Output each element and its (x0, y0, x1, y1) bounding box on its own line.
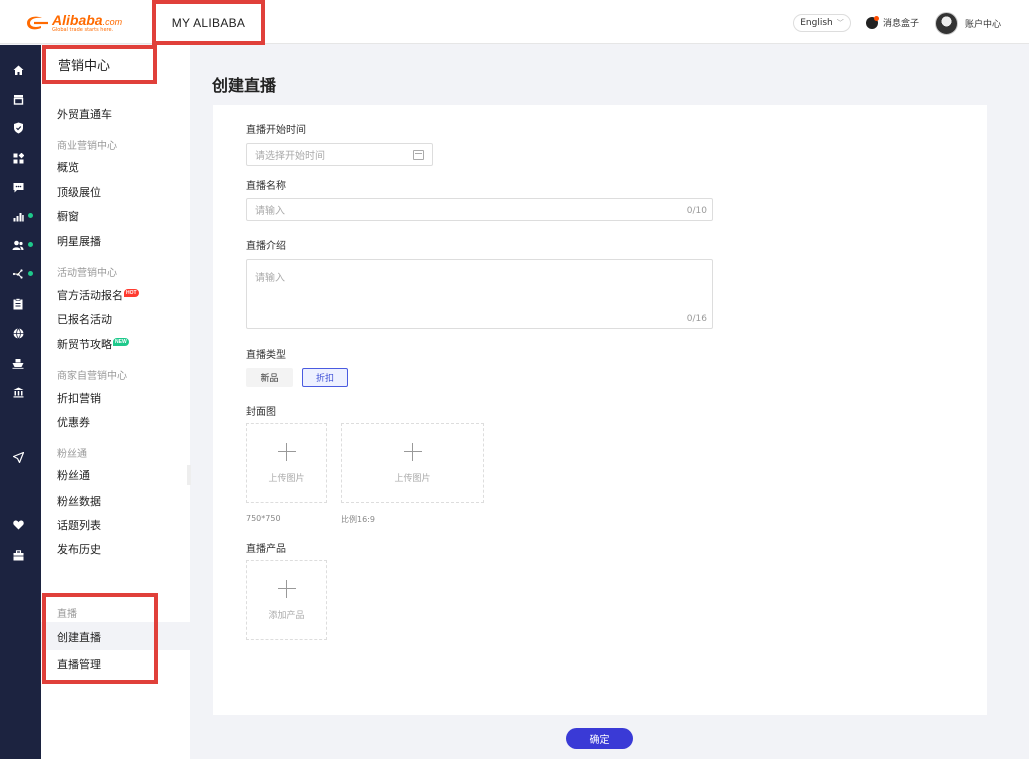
hot-badge: HOT (124, 289, 139, 297)
language-select[interactable]: English ﹀ (793, 14, 851, 32)
sidebar-item-ads[interactable]: 外贸直通车 (57, 106, 112, 122)
icon-nav-bar (0, 45, 41, 759)
users-icon[interactable] (12, 239, 24, 251)
home-icon[interactable] (12, 64, 24, 76)
message-box-link[interactable]: 消息盒子 (866, 15, 920, 29)
sidebar-item-label: 新贸节攻略 (57, 338, 112, 351)
start-time-label: 直播开始时间 (246, 125, 306, 136)
sidebar-group-self-marketing: 商家自营销中心 (57, 371, 127, 382)
logo-suffix: .com (102, 17, 123, 27)
sidebar-item-label: 官方活动报名 (57, 289, 123, 302)
name-char-counter: 0/10 (686, 206, 707, 216)
bank-icon[interactable] (12, 386, 24, 398)
sidebar-item-star-display[interactable]: 明星展播 (57, 233, 101, 249)
cover-hint-square: 750*750 (246, 514, 281, 523)
cover-label: 封面图 (246, 407, 276, 418)
sidebar-group-campaign: 活动营销中心 (57, 268, 117, 279)
send-icon[interactable] (12, 451, 24, 463)
type-option-discount[interactable]: 折扣 (302, 368, 348, 387)
intro-textarea[interactable]: 请输入 0/16 (246, 259, 713, 329)
sidebar-collapse-handle[interactable] (187, 465, 191, 485)
sidebar-title-highlight: 营销中心 (42, 45, 157, 84)
chart-status-dot (28, 213, 33, 218)
create-live-form: 直播开始时间 请选择开始时间 直播名称 请输入 0/10 直播介绍 请输入 0/… (213, 105, 987, 715)
sidebar-item-fans-data[interactable]: 粉丝数据 (57, 493, 101, 509)
type-option-new[interactable]: 新品 (246, 368, 293, 387)
chevron-down-icon: ﹀ (836, 19, 844, 27)
marketing-icon[interactable] (12, 268, 24, 280)
start-time-picker[interactable]: 请选择开始时间 (246, 143, 433, 166)
users-status-dot (28, 242, 33, 247)
sidebar-item-topics[interactable]: 话题列表 (57, 517, 101, 533)
apps-icon[interactable] (12, 152, 24, 164)
intro-label: 直播介绍 (246, 241, 286, 252)
ship-icon[interactable] (12, 357, 24, 369)
sidebar-item-registered[interactable]: 已报名活动 (57, 311, 112, 327)
marketing-sidebar: 营销中心 外贸直通车 商业营销中心 概览 顶级展位 橱窗 明星展播 活动营销中心… (41, 45, 191, 759)
language-label: English (800, 18, 833, 28)
calendar-icon[interactable] (413, 150, 424, 160)
sidebar-item-fans[interactable]: 粉丝通 (57, 467, 90, 483)
confirm-button[interactable]: 确定 (566, 728, 633, 749)
avatar[interactable] (935, 12, 958, 35)
product-label: 直播产品 (246, 544, 286, 555)
sidebar-item-overview[interactable]: 概览 (57, 159, 79, 175)
briefcase-icon[interactable] (12, 549, 24, 561)
type-label: 直播类型 (246, 350, 286, 361)
my-alibaba-highlight[interactable]: MY ALIBABA (152, 0, 265, 45)
plus-icon (277, 442, 296, 461)
name-label: 直播名称 (246, 181, 286, 192)
name-input[interactable]: 请输入 0/10 (246, 198, 713, 221)
chart-icon[interactable] (12, 210, 24, 222)
start-time-placeholder: 请选择开始时间 (255, 151, 325, 162)
sidebar-item-top-booth[interactable]: 顶级展位 (57, 184, 101, 200)
cover-hint-wide: 比例16:9 (341, 515, 375, 524)
alibaba-logo-icon (24, 14, 50, 32)
intro-char-counter: 0/16 (686, 314, 707, 324)
name-placeholder: 请输入 (255, 206, 285, 217)
add-product-text: 添加产品 (268, 610, 305, 621)
sidebar-item-official-signup[interactable]: 官方活动报名 HOT (57, 287, 139, 303)
plus-icon (277, 579, 296, 598)
message-box-label: 消息盒子 (883, 19, 920, 29)
sidebar-group-commercial: 商业营销中心 (57, 141, 117, 152)
sidebar-item-showcase[interactable]: 橱窗 (57, 208, 79, 224)
plus-icon (403, 442, 422, 461)
account-center-label: 账户中心 (965, 20, 1002, 30)
cover-upload-text: 上传图片 (394, 473, 431, 484)
marketing-status-dot (28, 271, 33, 276)
globe-icon[interactable] (12, 327, 24, 339)
sidebar-item-history[interactable]: 发布历史 (57, 541, 101, 557)
logo-word: Alibaba (52, 12, 103, 28)
clipboard-icon[interactable] (12, 298, 24, 310)
intro-placeholder: 请输入 (255, 273, 285, 284)
store-icon[interactable] (12, 93, 24, 105)
sidebar-title: 营销中心 (58, 59, 111, 74)
my-alibaba-link[interactable]: MY ALIBABA (172, 16, 245, 30)
account-center-link[interactable]: 账户中心 (935, 12, 1001, 35)
live-section-highlight (42, 593, 158, 684)
heart-icon[interactable] (12, 519, 24, 531)
sidebar-item-festival-guide[interactable]: 新贸节攻略 NEW (57, 336, 129, 352)
sidebar-item-discount[interactable]: 折扣营销 (57, 390, 101, 406)
chat-icon[interactable] (12, 181, 24, 193)
add-product-button[interactable]: 添加产品 (246, 560, 327, 640)
cover-upload-square[interactable]: 上传图片 (246, 423, 327, 503)
message-icon (866, 15, 879, 29)
logo-slogan: Global trade starts here. (52, 27, 114, 33)
new-badge: NEW (113, 338, 129, 346)
cover-upload-wide[interactable]: 上传图片 (341, 423, 484, 503)
shield-icon[interactable] (12, 122, 24, 134)
cover-upload-text: 上传图片 (268, 473, 305, 484)
page-title: 创建直播 (212, 76, 277, 95)
alibaba-logo[interactable]: Alibaba.com Global trade starts here. (24, 12, 122, 34)
sidebar-item-coupon[interactable]: 优惠券 (57, 414, 90, 430)
sidebar-group-fans: 粉丝通 (57, 449, 87, 460)
top-header: Alibaba.com Global trade starts here. MY… (0, 0, 1029, 45)
